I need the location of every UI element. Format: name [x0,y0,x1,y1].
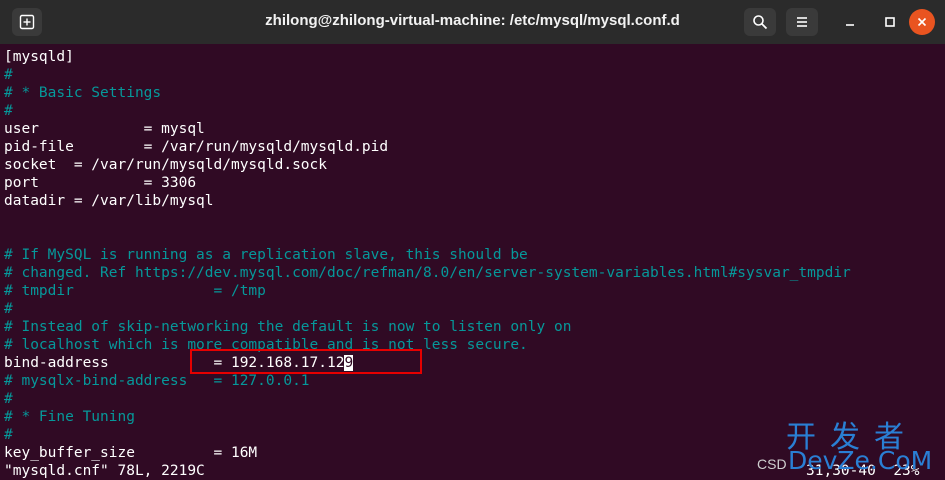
terminal-line: # tmpdir = /tmp [4,283,266,299]
window-titlebar: zhilong@zhilong-virtual-machine: /etc/my… [0,0,945,44]
terminal-line: pid-file = /var/run/mysqld/mysqld.pid [4,139,389,155]
close-icon [917,17,927,27]
terminal-line: port = 3306 [4,175,197,191]
search-button[interactable] [744,8,776,36]
minimize-button[interactable] [836,8,864,36]
minimize-icon [846,24,854,26]
terminal-line: datadir = /var/lib/mysql [4,193,214,209]
close-button[interactable] [909,9,935,35]
terminal-line: # [4,103,13,119]
terminal-line: [mysqld] [4,49,74,65]
terminal-line: # If MySQL is running as a replication s… [4,247,528,263]
hamburger-menu-icon [797,17,807,27]
terminal-line: # [4,427,13,443]
terminal-line: # changed. Ref https://dev.mysql.com/doc… [4,265,851,281]
terminal-line: key_buffer_size = 16M [4,445,258,461]
maximize-button[interactable] [876,8,904,36]
terminal-line: # [4,301,13,317]
terminal-line: # mysqlx-bind-address = 127.0.0.1 [4,373,310,389]
terminal-line: # * Basic Settings [4,85,162,101]
terminal-line: # [4,67,13,83]
terminal-line: # [4,391,13,407]
status-file-info: "mysqld.cnf" 78L, 2219C [4,463,205,479]
highlight-box [190,349,422,374]
search-icon [753,15,768,30]
menu-button[interactable] [786,8,818,36]
maximize-icon [885,17,895,27]
site-watermark-en: DevZe.CoM [788,446,933,475]
terminal-line: socket = /var/run/mysqld/mysqld.sock [4,157,328,173]
terminal-line: user = mysql [4,121,205,137]
terminal-line: # Instead of skip-networking the default… [4,319,572,335]
terminal-line: # * Fine Tuning [4,409,135,425]
csdn-watermark: CSD [757,456,787,472]
